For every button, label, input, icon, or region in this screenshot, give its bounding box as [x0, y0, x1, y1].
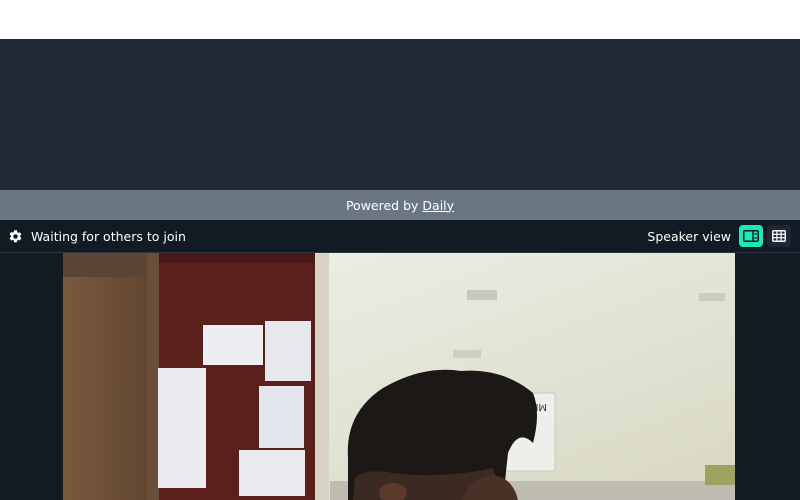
gear-icon[interactable] — [7, 228, 23, 244]
gear-icon-graphic — [9, 229, 21, 242]
speaker-view-button[interactable] — [739, 225, 763, 247]
camera-feed: MIO — [63, 253, 735, 500]
waiting-status: Waiting for others to join — [31, 228, 186, 244]
grid-view-icon — [772, 230, 786, 242]
speaker-view-icon — [743, 230, 759, 242]
local-video-tile: MIO — [63, 253, 735, 500]
view-mode-label: Speaker view — [647, 228, 731, 244]
top-blank-area — [0, 0, 800, 39]
page: Powered by Daily Waiting for others to j… — [0, 0, 800, 500]
view-controls: Speaker view — [647, 225, 791, 247]
prejoin-panel — [0, 39, 800, 190]
powered-by-bar: Powered by Daily — [0, 190, 800, 220]
call-toolbar: Waiting for others to join Speaker view — [0, 220, 800, 253]
grid-view-button[interactable] — [767, 225, 791, 247]
video-stage: MIO — [0, 253, 800, 500]
powered-by-text: Powered by — [345, 197, 419, 213]
daily-link[interactable]: Daily — [422, 198, 454, 213]
